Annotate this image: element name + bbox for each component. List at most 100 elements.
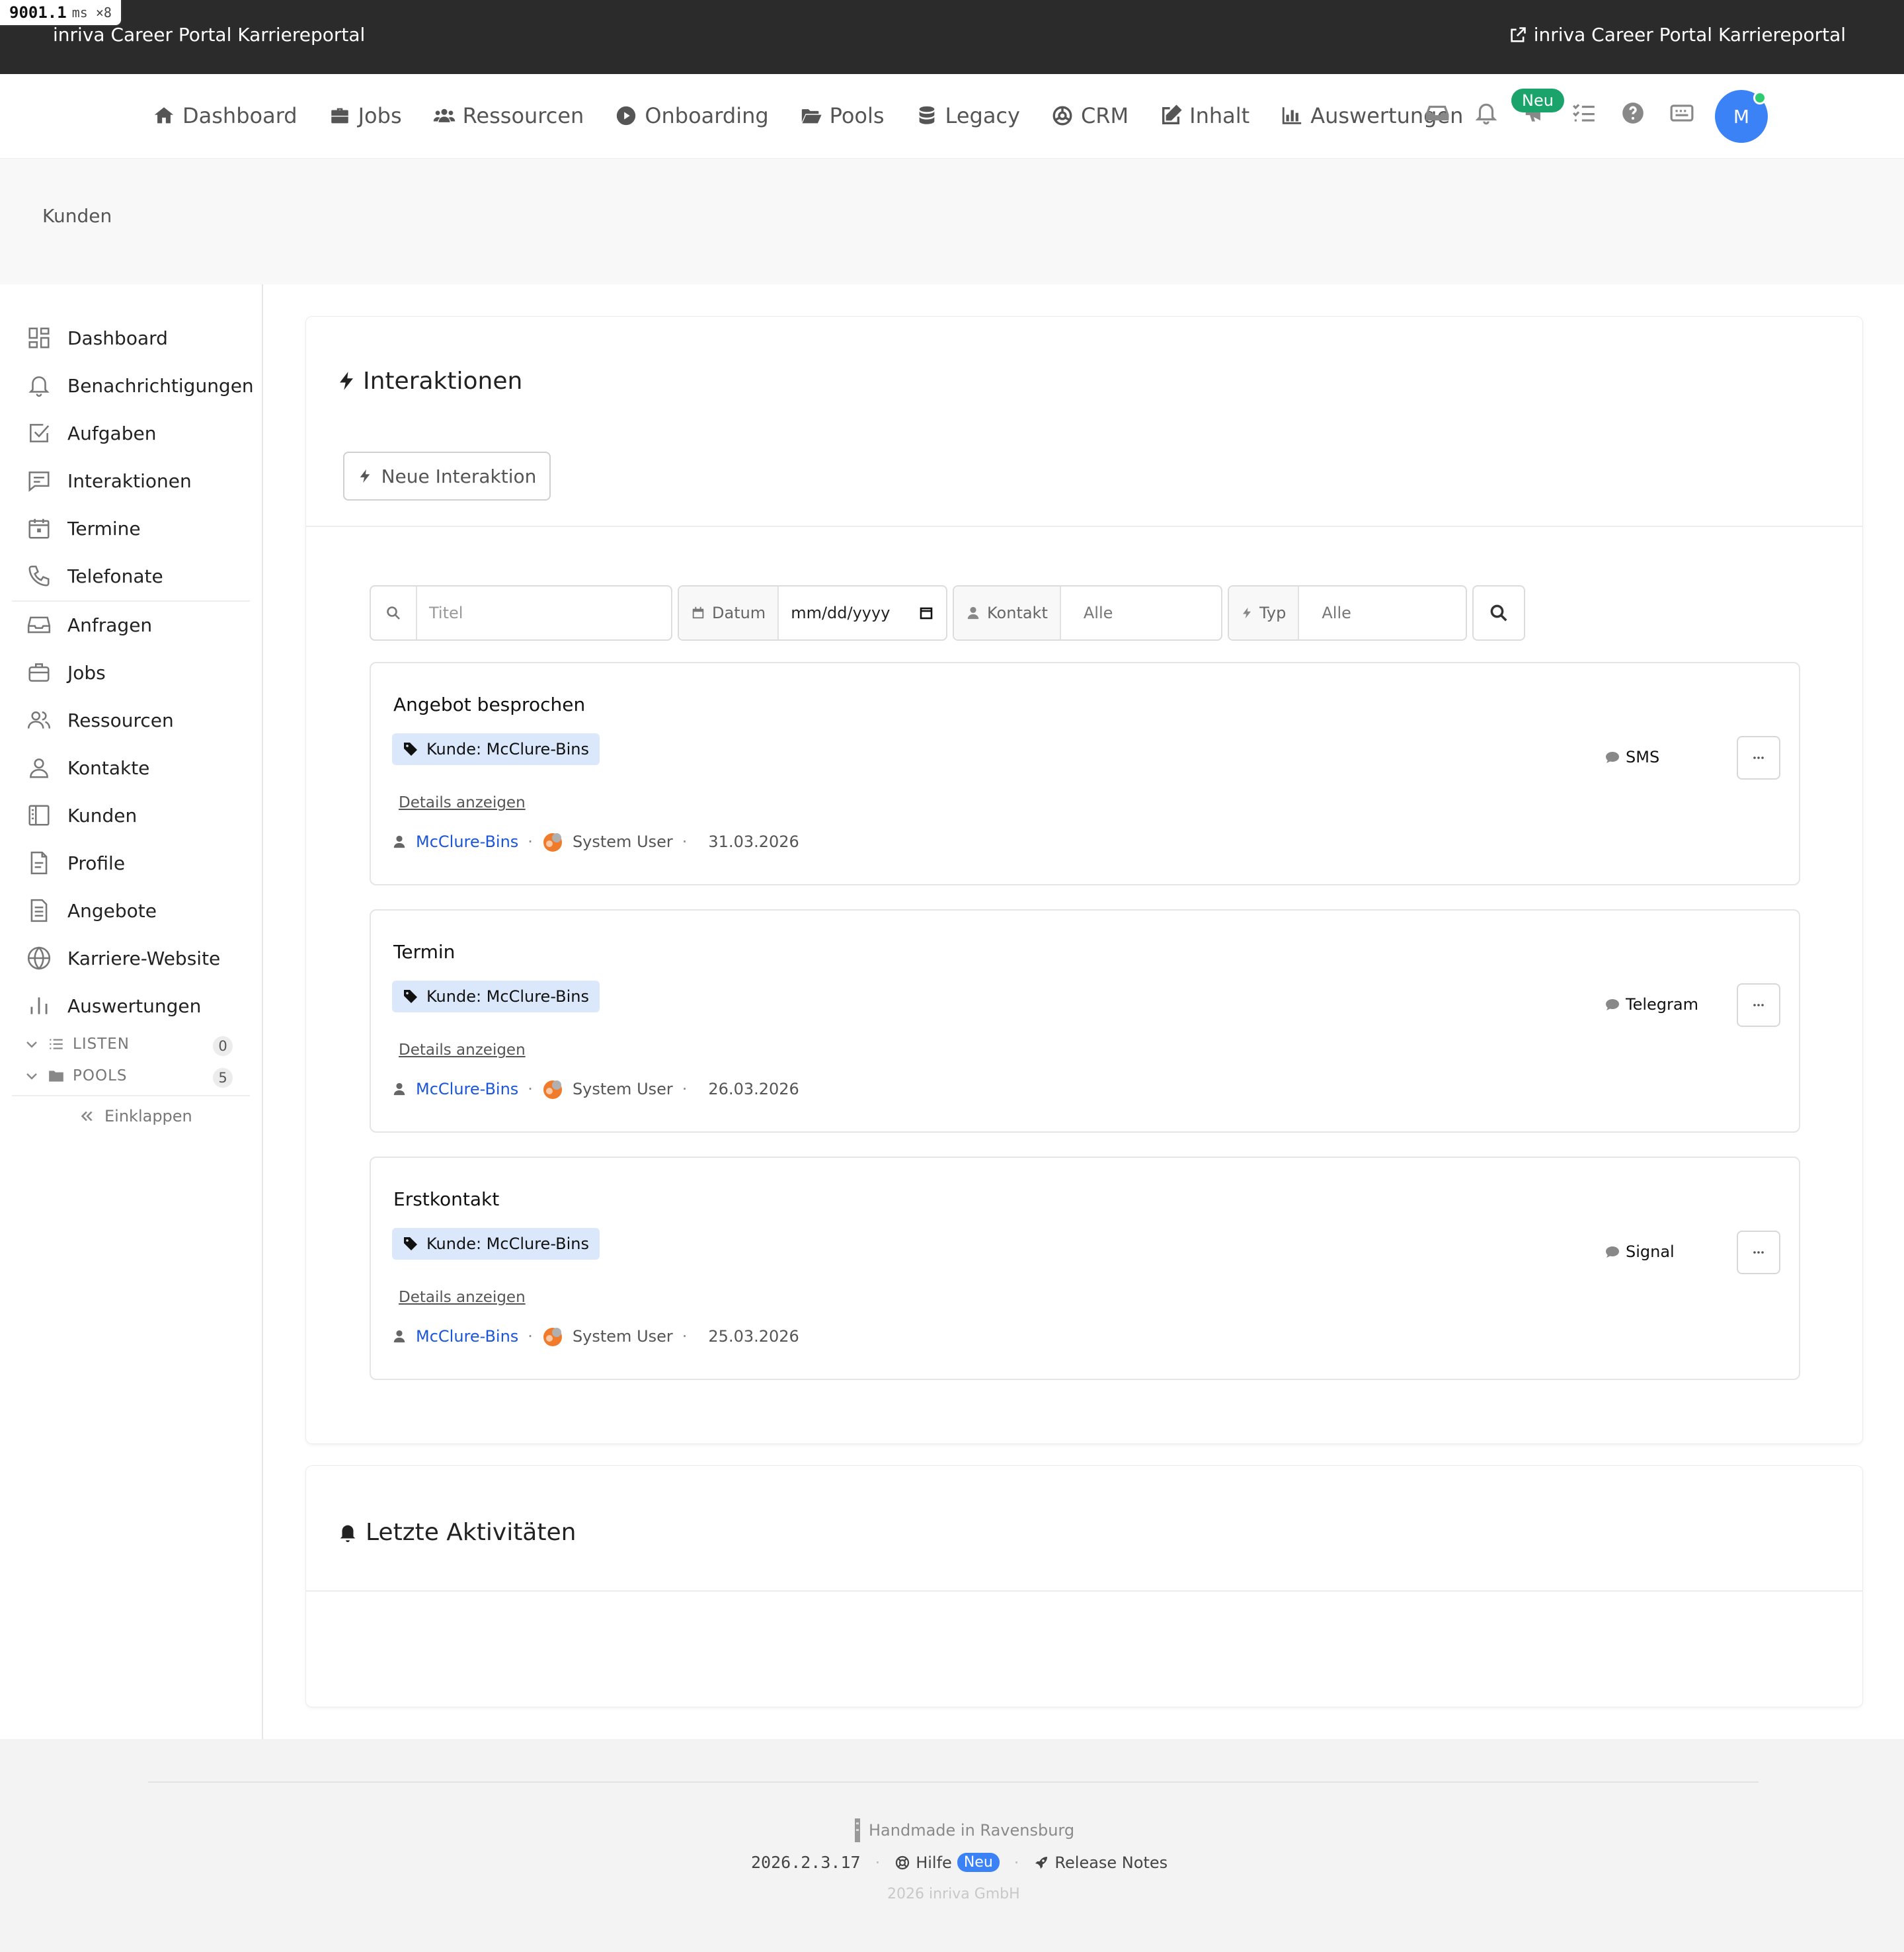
channel-name: Signal	[1626, 1242, 1675, 1261]
sidebar-item-kunden[interactable]: Kunden	[26, 803, 137, 828]
more-actions-button[interactable]	[1737, 736, 1780, 780]
interaction-item[interactable]: Termin Kunde: McClure-Bins Details anzei…	[370, 909, 1800, 1133]
nav-label: CRM	[1080, 103, 1129, 128]
user-icon	[393, 1330, 405, 1343]
customer-tag[interactable]: Kunde: McClure-Bins	[392, 733, 600, 765]
sidebar-item-label: Interaktionen	[67, 469, 192, 492]
online-status-dot	[1753, 91, 1766, 104]
type-filter-value[interactable]: Alle	[1299, 604, 1351, 622]
interaction-date: 25.03.2026	[708, 1327, 799, 1346]
interaction-item[interactable]: Erstkontakt Kunde: McClure-Bins Details …	[370, 1157, 1800, 1380]
sidebar-group-pools[interactable]: POOLS	[24, 1067, 128, 1084]
sidebar-item-profile[interactable]: Profile	[26, 850, 125, 875]
new-interaction-button[interactable]: Neue Interaktion	[343, 452, 551, 501]
sidebar-item-karriere-website[interactable]: Karriere-Website	[26, 946, 220, 971]
sidebar-item-label: Aufgaben	[67, 422, 157, 444]
system-user-avatar	[543, 833, 562, 852]
search-icon	[1490, 604, 1507, 622]
sidebar-item-angebote[interactable]: Angebote	[26, 898, 157, 923]
sidebar-item-telefonate[interactable]: Telefonate	[26, 563, 163, 589]
double-chevron-left-icon	[81, 1111, 93, 1121]
help-icon[interactable]	[1620, 101, 1646, 126]
nav-inhalt[interactable]: Inhalt	[1159, 103, 1250, 128]
message-icon	[28, 471, 50, 492]
type-filter[interactable]: Typ Alle	[1228, 585, 1467, 641]
sidebar-item-aufgaben[interactable]: Aufgaben	[26, 421, 156, 446]
app-version: 2026.2.3.17	[751, 1853, 861, 1872]
customer-tag-label: Kunde: McClure-Bins	[426, 1235, 589, 1253]
sidebar-item-dashboard[interactable]: Dashboard	[26, 325, 168, 350]
activities-title: Letzte Aktivitäten	[337, 1519, 576, 1546]
customer-tag[interactable]: Kunde: McClure-Bins	[392, 1228, 600, 1260]
details-link[interactable]: Details anzeigen	[399, 1289, 526, 1306]
sidebar-item-ressourcen[interactable]: Ressourcen	[26, 708, 174, 733]
contact-link[interactable]: McClure-Bins	[416, 833, 518, 851]
external-portal-link[interactable]: inriva Career Portal Karriereportal	[1509, 24, 1846, 46]
title-filter-input[interactable]: Titel	[417, 604, 463, 622]
help-label: Hilfe	[916, 1853, 952, 1872]
interaction-title[interactable]: Angebot besprochen	[393, 694, 585, 715]
nav-pools[interactable]: Pools	[799, 103, 885, 128]
sidebar-item-termine[interactable]: Termine	[26, 516, 141, 541]
more-actions-button[interactable]	[1737, 1231, 1780, 1274]
footer-separator: ·	[1013, 1853, 1019, 1872]
nav-ressourcen[interactable]: Ressourcen	[432, 103, 584, 128]
customer-tag[interactable]: Kunde: McClure-Bins	[392, 981, 600, 1012]
copyright: 2026 inriva GmbH	[887, 1886, 1020, 1902]
tower-icon	[855, 1818, 860, 1842]
user-avatar[interactable]: M	[1715, 90, 1768, 143]
help-new-badge: Neu	[957, 1853, 1000, 1872]
crm-icon	[1052, 106, 1072, 126]
nav-crm[interactable]: CRM	[1051, 103, 1129, 128]
new-interaction-label: Neue Interaktion	[381, 465, 537, 487]
release-notes-link[interactable]: Release Notes	[1033, 1853, 1168, 1872]
contact-link[interactable]: McClure-Bins	[416, 1327, 518, 1346]
nav-legacy[interactable]: Legacy	[915, 103, 1020, 128]
contact-link[interactable]: McClure-Bins	[416, 1080, 518, 1098]
bell-icon[interactable]	[1474, 101, 1499, 126]
nav-jobs[interactable]: Jobs	[328, 103, 402, 128]
sidebar-item-interaktionen[interactable]: Interaktionen	[26, 468, 192, 493]
date-filter-input[interactable]: mm/dd/yyyy	[779, 604, 890, 622]
sidebar-group-listen[interactable]: LISTEN	[24, 1036, 130, 1053]
sidebar-item-auswertungen[interactable]: Auswertungen	[26, 993, 201, 1018]
help-link[interactable]: Hilfe Neu	[894, 1853, 1000, 1872]
filter-search-button[interactable]	[1472, 585, 1525, 641]
nav-dashboard[interactable]: Dashboard	[152, 103, 298, 128]
nav-label: Pools	[829, 103, 885, 128]
interaction-item[interactable]: Angebot besprochen Kunde: McClure-Bins D…	[370, 662, 1800, 885]
task-list-icon[interactable]	[1571, 101, 1597, 126]
chat-bubble-icon	[1606, 752, 1619, 763]
handmade-note: Handmade in Ravensburg	[853, 1817, 1074, 1844]
breadcrumb[interactable]: Kunden	[42, 205, 112, 227]
nav-label: Dashboard	[182, 103, 298, 128]
contact-filter[interactable]: Kontakt Alle	[953, 585, 1222, 641]
phone-icon	[28, 565, 50, 587]
contact-filter-value[interactable]: Alle	[1061, 604, 1113, 622]
nav-onboarding[interactable]: Onboarding	[614, 103, 769, 128]
sidebar-item-anfragen[interactable]: Anfragen	[26, 612, 152, 637]
sidebar-item-jobs[interactable]: Jobs	[26, 660, 106, 685]
collapse-sidebar-button[interactable]: Einklappen	[78, 1107, 192, 1125]
new-badge: Neu	[1511, 89, 1564, 112]
external-link-label: inriva Career Portal Karriereportal	[1533, 24, 1846, 46]
inbox-icon[interactable]	[1425, 101, 1450, 126]
interaction-title[interactable]: Termin	[393, 941, 455, 963]
user-icon	[30, 758, 48, 778]
lifebuoy-icon	[896, 1855, 910, 1869]
details-link[interactable]: Details anzeigen	[399, 794, 526, 811]
sidebar-item-label: Angebote	[67, 899, 157, 922]
system-user-avatar	[543, 1328, 562, 1346]
inbox-icon	[27, 616, 51, 633]
keyboard-icon[interactable]	[1669, 101, 1694, 126]
sidebar-item-kontakte[interactable]: Kontakte	[26, 755, 149, 780]
interaction-title[interactable]: Erstkontakt	[393, 1188, 499, 1210]
document-icon	[30, 899, 48, 922]
sidebar-item-benachrichtigungen[interactable]: Benachrichtigungen	[26, 373, 254, 398]
users-icon	[27, 711, 51, 729]
more-actions-button[interactable]	[1737, 983, 1780, 1027]
details-link[interactable]: Details anzeigen	[399, 1041, 526, 1059]
date-picker-icon[interactable]	[918, 605, 934, 621]
nav-label: Inhalt	[1189, 103, 1250, 128]
meta-separator: ·	[528, 833, 533, 851]
